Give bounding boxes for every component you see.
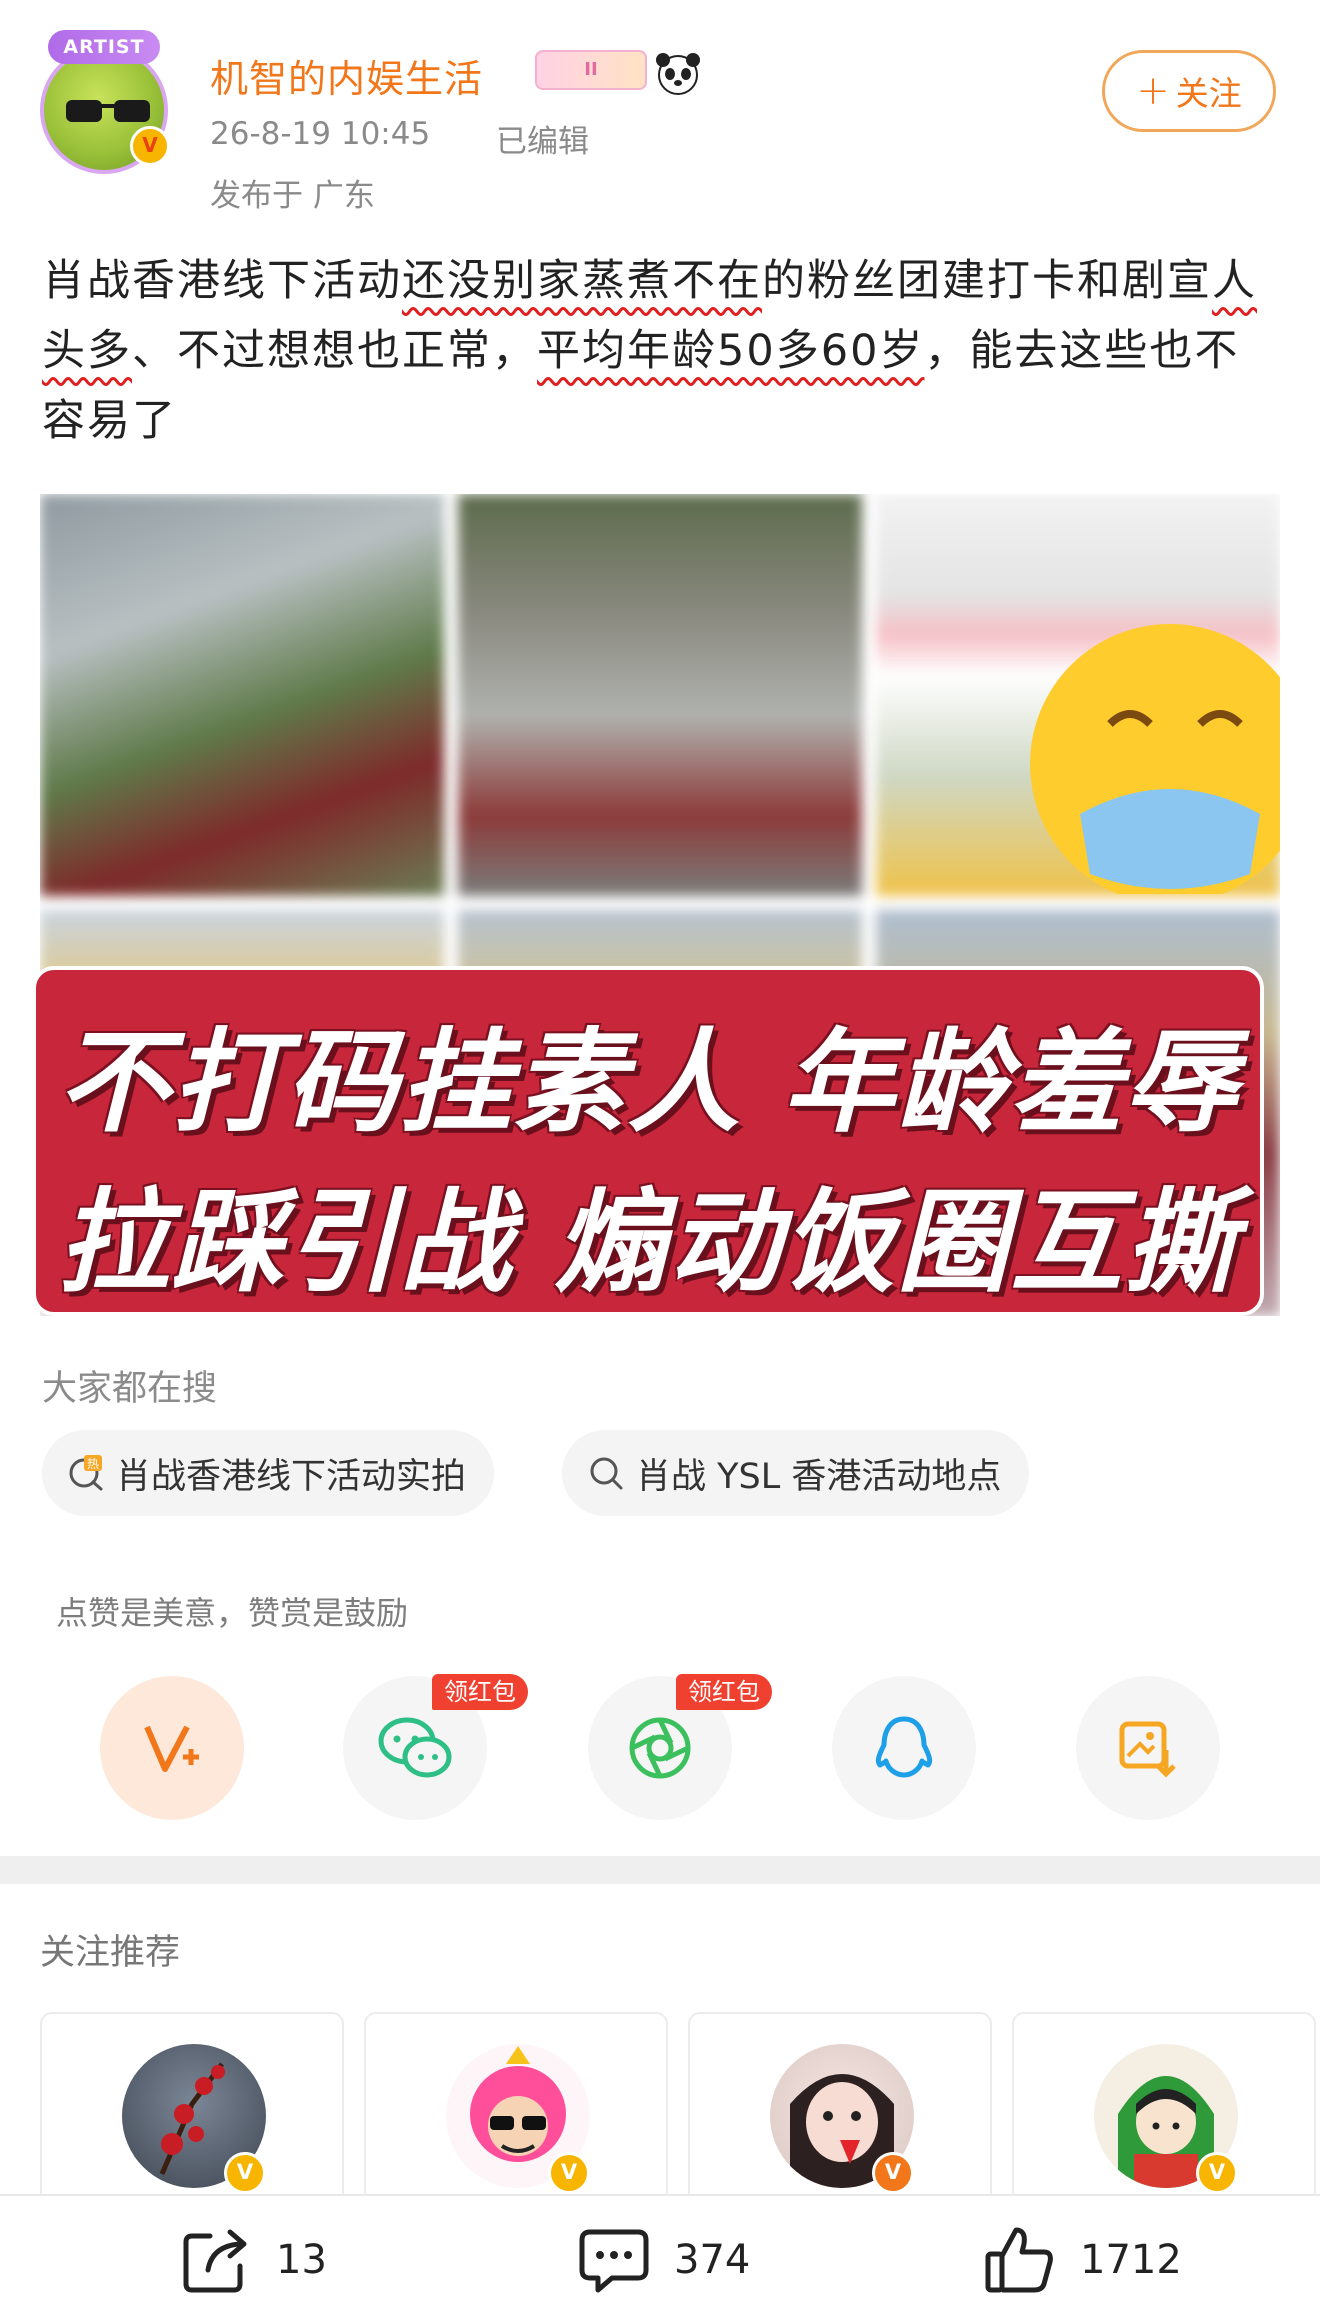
post-image-2[interactable] bbox=[458, 494, 862, 896]
post-text-segment: 肖战香港线下活动 bbox=[42, 256, 402, 306]
reward-v-icon bbox=[144, 1725, 199, 1772]
follow-label: 关注 bbox=[1175, 74, 1242, 113]
author-avatar-container[interactable]: ARTIST V bbox=[40, 30, 170, 174]
repost-button[interactable]: 13 bbox=[178, 2222, 327, 2298]
moments-aperture-icon bbox=[629, 1717, 691, 1779]
post-text-highlight: 还没别家蒸煮不在 bbox=[402, 256, 762, 306]
banner-line-2: 拉踩引战 煽动饭圈互撕 bbox=[57, 1178, 1239, 1308]
section-divider bbox=[0, 1856, 1320, 1884]
post-image-1[interactable] bbox=[40, 494, 444, 896]
hot-search-icon: 热 bbox=[69, 1455, 103, 1491]
author-title-icons: II bbox=[535, 50, 701, 96]
panda-icon bbox=[656, 53, 700, 95]
sunglasses-icon bbox=[66, 100, 150, 122]
verified-badge-icon: V bbox=[1196, 2152, 1238, 2194]
verified-badge-icon: V bbox=[872, 2152, 914, 2194]
download-image-icon bbox=[1119, 1721, 1176, 1778]
save-image-button[interactable] bbox=[1076, 1676, 1220, 1820]
search-chip-label: 肖战香港线下活动实拍 bbox=[116, 1456, 467, 1497]
comment-button[interactable]: 374 bbox=[576, 2222, 750, 2298]
edited-label[interactable]: 已编辑 bbox=[496, 116, 589, 161]
artist-badge: ARTIST bbox=[48, 30, 160, 64]
fan-level-badge-icon: II bbox=[535, 50, 647, 90]
share-qq-button[interactable] bbox=[832, 1676, 976, 1820]
post-text-highlight: 平均年龄50多60岁 bbox=[537, 326, 925, 376]
search-chip-1[interactable]: 热 肖战香港线下活动实拍 bbox=[42, 1430, 495, 1516]
follow-recommend-label: 关注推荐 bbox=[40, 1933, 181, 1973]
like-count: 1712 bbox=[1080, 2237, 1182, 2283]
search-icon bbox=[590, 1457, 623, 1490]
plus-icon: + bbox=[1136, 68, 1170, 114]
reward-button[interactable] bbox=[100, 1676, 244, 1820]
like-button[interactable]: 1712 bbox=[982, 2222, 1182, 2298]
qq-penguin-icon bbox=[875, 1716, 933, 1778]
reward-hint: 点赞是美意，赞赏是鼓励 bbox=[56, 1594, 409, 1632]
verified-badge-icon: V bbox=[548, 2152, 590, 2194]
banner-line-1: 不打码挂素人 年龄羞辱 bbox=[57, 1018, 1239, 1148]
thumbs-up-icon bbox=[985, 2227, 1053, 2293]
repost-count: 13 bbox=[276, 2237, 327, 2283]
post-location: 发布于 广东 bbox=[210, 178, 375, 214]
search-chip-2[interactable]: 肖战 YSL 香港活动地点 bbox=[562, 1430, 1030, 1516]
verified-badge-icon: V bbox=[224, 2152, 266, 2194]
smiling-emoji-icon bbox=[1030, 624, 1280, 894]
follow-button[interactable]: + 关注 bbox=[1102, 50, 1276, 132]
trending-search-label: 大家都在搜 bbox=[42, 1369, 218, 1409]
comment-icon bbox=[579, 2229, 649, 2293]
post-text-segment: 的粉丝团建打卡和剧宣 bbox=[762, 256, 1212, 306]
post-body: 肖战香港线下活动还没别家蒸煮不在的粉丝团建打卡和剧宣人头多、不过想想也正常，平均… bbox=[42, 246, 1282, 456]
svg-text:热: 热 bbox=[87, 1457, 99, 1471]
repost-icon bbox=[183, 2229, 247, 2293]
red-packet-badge[interactable]: 领红包 bbox=[432, 1674, 528, 1710]
image-caption-banner: 不打码挂素人 年龄羞辱 拉踩引战 煽动饭圈互撕 bbox=[32, 966, 1264, 1316]
red-packet-badge[interactable]: 领红包 bbox=[676, 1674, 772, 1710]
wechat-icon bbox=[378, 1717, 452, 1778]
search-chip-label: 肖战 YSL 香港活动地点 bbox=[636, 1456, 1002, 1497]
verified-badge-icon: V bbox=[130, 126, 170, 166]
post-timestamp: 26-8-19 10:45 bbox=[210, 116, 431, 152]
post-text-segment: 、不过想想也正常， bbox=[132, 326, 537, 376]
author-name[interactable]: 机智的内娱生活 bbox=[210, 48, 483, 103]
comment-count: 374 bbox=[674, 2237, 751, 2283]
bottom-action-bar: 13 374 1712 bbox=[0, 2194, 1320, 2316]
